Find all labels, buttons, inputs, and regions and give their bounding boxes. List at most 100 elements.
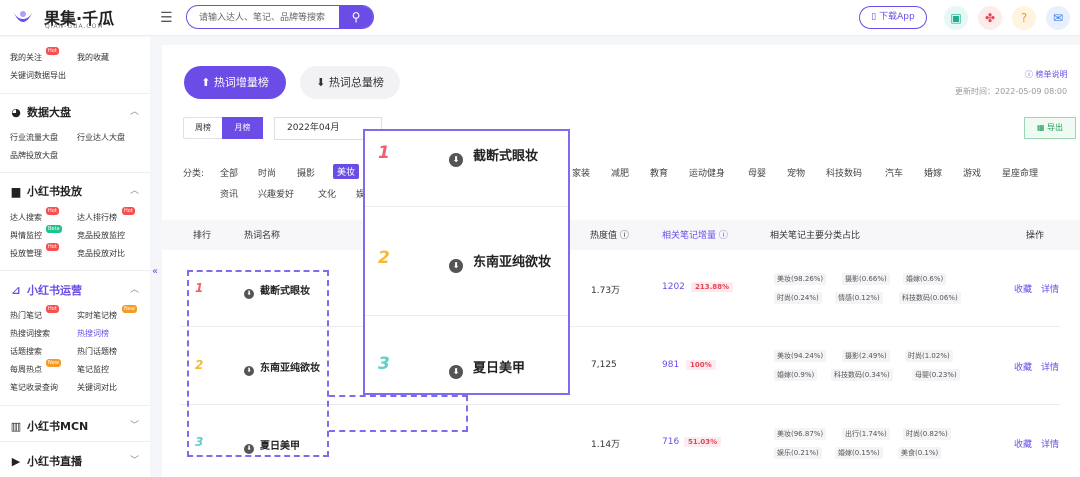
- tab-hot-word-total[interactable]: ⬇ 热词总量榜: [300, 66, 400, 99]
- chevron-up-icon[interactable]: ︿: [130, 282, 139, 295]
- building-icon: ▥: [10, 420, 22, 433]
- sidebar-item-hot-notes[interactable]: 热门笔记: [10, 310, 42, 321]
- briefcase-icon: ▆: [11, 185, 21, 198]
- sidebar-item-topic-ranking[interactable]: 热门话题榜: [77, 346, 117, 357]
- help-icon[interactable]: ?: [1012, 6, 1036, 30]
- period-week-button[interactable]: 周榜: [183, 117, 223, 139]
- category-games[interactable]: 游戏: [963, 166, 981, 179]
- export-label: 导出: [1047, 123, 1064, 132]
- category-astrology[interactable]: 星座命理: [1002, 166, 1038, 179]
- search-input[interactable]: [199, 10, 339, 25]
- category-share: 婚嫁(0.15%): [835, 447, 883, 459]
- category-share: 出行(1.74%): [842, 428, 890, 440]
- category-home[interactable]: 家装: [572, 166, 590, 179]
- sidebar-item-kol-ranking[interactable]: 达人排行榜: [77, 212, 117, 223]
- category-education[interactable]: 教育: [650, 166, 668, 179]
- mail-icon[interactable]: ✉: [1046, 6, 1070, 30]
- sidebar-group-xhs-operation[interactable]: ⊿ 小红书运营: [10, 282, 82, 298]
- sidebar-group-xhs-placement[interactable]: ▆ 小红书投放: [10, 183, 82, 199]
- category-weight-loss[interactable]: 减肥: [611, 166, 629, 179]
- sidebar-item-industry-kol[interactable]: 行业达人大盘: [77, 132, 125, 143]
- search-button[interactable]: ⚲: [339, 6, 373, 28]
- column-heat[interactable]: 热度值 ⓘ: [590, 228, 629, 241]
- column-name: 热词名称: [244, 231, 281, 241]
- category-maternity[interactable]: 母婴: [748, 166, 766, 179]
- qiangua-logo-icon[interactable]: [10, 5, 36, 29]
- sidebar-item-competitor-monitor[interactable]: 竞品投放监控: [77, 230, 125, 241]
- sidebar-item-placement-manage[interactable]: 投放管理: [10, 248, 42, 259]
- category-wedding[interactable]: 婚嫁: [924, 166, 942, 179]
- chevron-up-icon[interactable]: ︿: [130, 183, 139, 196]
- column-category-share: 相关笔记主要分类占比: [770, 231, 861, 241]
- divider: [0, 270, 150, 271]
- chevron-up-icon[interactable]: ︿: [130, 104, 139, 117]
- collect-button[interactable]: 收藏: [1014, 282, 1032, 295]
- notes-increment[interactable]: 981: [662, 360, 679, 370]
- hot-badge: Hot: [46, 207, 59, 215]
- sidebar-group-data-dashboard[interactable]: ◕ 数据大盘: [10, 104, 71, 120]
- period-month-button[interactable]: 月榜: [222, 117, 263, 139]
- sidebar-item-weekly-hotspot[interactable]: 每周热点: [10, 364, 42, 375]
- chevron-down-icon[interactable]: ﹀: [130, 418, 139, 431]
- sidebar-item-kol-search[interactable]: 达人搜索: [10, 212, 42, 223]
- category-auto[interactable]: 汽车: [885, 166, 903, 179]
- hot-badge: Hot: [46, 243, 59, 251]
- category-photography[interactable]: 摄影: [297, 166, 315, 179]
- detail-button[interactable]: 详情: [1041, 360, 1059, 373]
- sidebar-item-keyword-export[interactable]: 关键词数据导出: [10, 70, 66, 81]
- sidebar-item-keyword-compare[interactable]: 关键词对比: [77, 382, 117, 393]
- heat-value: 1.73万: [591, 286, 621, 296]
- sidebar-expand-icon[interactable]: «: [152, 266, 158, 277]
- category-label: 分类:: [183, 169, 205, 179]
- sidebar-item-my-follow[interactable]: 我的关注: [10, 52, 42, 63]
- growth-badge: 100%: [686, 360, 716, 370]
- sidebar-group-xhs-mcn[interactable]: ▥ 小红书MCN: [10, 418, 88, 434]
- collect-button[interactable]: 收藏: [1014, 437, 1032, 450]
- briefcase-icon[interactable]: ▣: [944, 6, 968, 30]
- column-rank: 排行: [193, 231, 212, 241]
- notes-increment[interactable]: 716: [662, 437, 679, 447]
- heat-value: 7,125: [591, 360, 617, 370]
- sidebar-group-label: 小红书MCN: [27, 420, 89, 433]
- category-culture[interactable]: 文化: [318, 187, 336, 200]
- category-beauty[interactable]: 美妆: [333, 164, 360, 179]
- detail-button[interactable]: 详情: [1041, 282, 1059, 295]
- sidebar-item-industry-traffic[interactable]: 行业流量大盘: [10, 132, 58, 143]
- download-app-button[interactable]: ▯ 下载App: [859, 6, 927, 29]
- apps-icon[interactable]: ✤: [978, 6, 1002, 30]
- brand-subtitle: QIAN-GUA.COM: [45, 23, 104, 30]
- category-all[interactable]: 全部: [220, 166, 238, 179]
- sidebar-item-hot-word-search[interactable]: 热搜词搜索: [10, 328, 50, 339]
- collect-button[interactable]: 收藏: [1014, 360, 1032, 373]
- sidebar-item-brand-placement[interactable]: 品牌投放大盘: [10, 150, 58, 161]
- zoom-hot-word-label: 夏日美甲: [473, 361, 526, 376]
- export-button[interactable]: ▦ 导出: [1024, 117, 1076, 139]
- category-tech[interactable]: 科技数码: [826, 166, 862, 179]
- sidebar-item-note-index-query[interactable]: 笔记收录查询: [10, 382, 58, 393]
- ranking-help-link[interactable]: ⓘ 榜单说明: [1025, 69, 1068, 80]
- category-fitness[interactable]: 运动健身: [689, 166, 725, 179]
- sidebar-item-my-favorites[interactable]: 我的收藏: [77, 52, 109, 63]
- detail-button[interactable]: 详情: [1041, 437, 1059, 450]
- category-news[interactable]: 资讯: [220, 187, 238, 200]
- tab-hot-word-increment[interactable]: ⬆ 热词增量榜: [184, 66, 286, 99]
- search-icon: ⚲: [351, 10, 361, 24]
- sidebar-item-realtime-notes[interactable]: 实时笔记榜: [77, 310, 117, 321]
- category-pets[interactable]: 宠物: [787, 166, 805, 179]
- sidebar-item-hot-word-ranking[interactable]: 热搜词榜: [77, 328, 109, 339]
- chevron-down-icon[interactable]: ﹀: [130, 453, 139, 466]
- menu-collapse-icon[interactable]: ☰: [160, 10, 173, 26]
- sidebar-item-competitor-compare[interactable]: 竞品投放对比: [77, 248, 125, 259]
- sidebar-item-topic-search[interactable]: 话题搜索: [10, 346, 42, 357]
- sidebar-group-label: 小红书投放: [27, 185, 82, 198]
- sidebar-group-xhs-live[interactable]: ▶ 小红书直播: [10, 453, 82, 469]
- zoom-hot-word-label: 截断式眼妆: [473, 149, 539, 164]
- question-icon: ⓘ: [716, 231, 728, 241]
- sidebar-item-sentiment[interactable]: 舆情监控: [10, 230, 42, 241]
- sidebar-item-note-monitor[interactable]: 笔记监控: [77, 364, 109, 375]
- notes-increment[interactable]: 1202: [662, 282, 685, 292]
- category-fashion[interactable]: 时尚: [258, 166, 276, 179]
- zoom-rank-number: 3: [378, 354, 390, 374]
- column-notes-increment[interactable]: 相关笔记增量 ⓘ: [662, 228, 728, 241]
- category-hobbies[interactable]: 兴趣爱好: [258, 187, 294, 200]
